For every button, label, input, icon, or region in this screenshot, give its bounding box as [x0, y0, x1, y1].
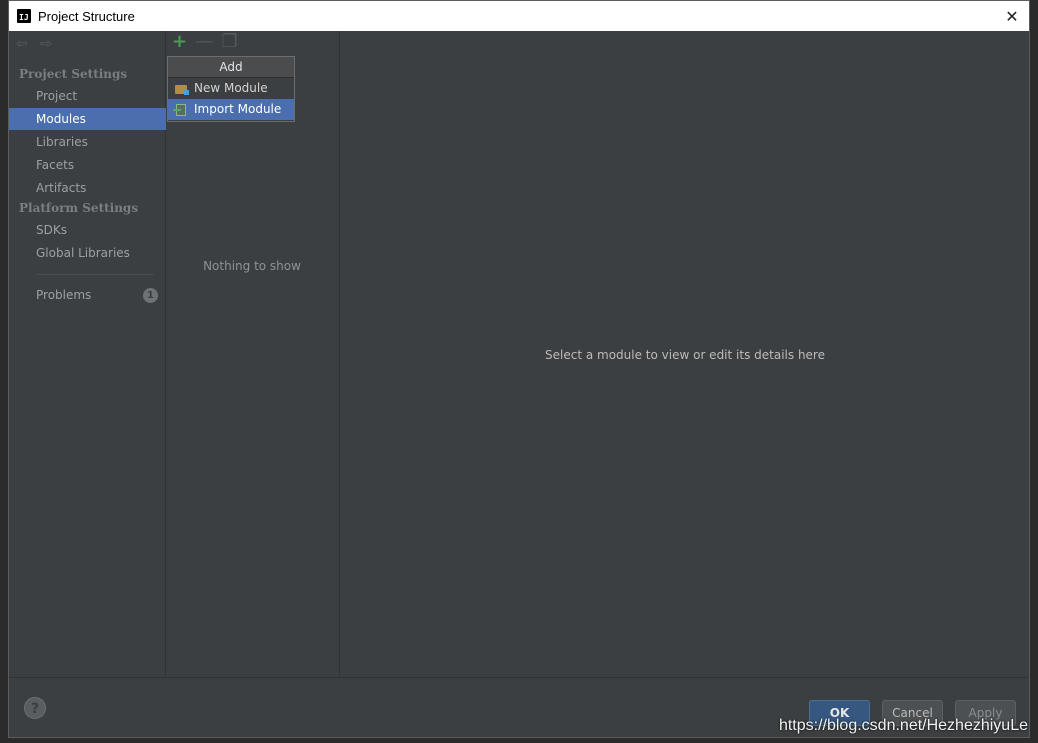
menu-item-import-module[interactable]: Import Module: [168, 99, 294, 120]
help-icon: ?: [30, 701, 40, 717]
module-details-area: Select a module to view or edit its deta…: [340, 31, 1029, 677]
sidebar-item-facets[interactable]: Facets: [9, 154, 166, 176]
settings-sidebar: ⇦ ⇨ Project Settings Project Modules Lib…: [9, 31, 166, 677]
sidebar-item-libraries[interactable]: Libraries: [9, 131, 166, 153]
title-bar: IJ Project Structure ✕: [9, 1, 1029, 31]
menu-item-label: Import Module: [194, 102, 282, 116]
empty-state-text: Nothing to show: [203, 259, 301, 273]
sidebar-item-artifacts[interactable]: Artifacts: [9, 177, 166, 199]
add-icon[interactable]: +: [172, 33, 187, 51]
sidebar-item-problems[interactable]: Problems 1: [9, 284, 166, 306]
sidebar-item-global-libraries[interactable]: Global Libraries: [9, 242, 166, 264]
new-module-icon: [175, 83, 189, 95]
forward-arrow-icon[interactable]: ⇨: [40, 37, 54, 51]
sidebar-item-sdks[interactable]: SDKs: [9, 219, 166, 241]
platform-settings-header: Platform Settings: [19, 201, 139, 215]
module-toolbar: + — ❐: [172, 33, 238, 51]
menu-item-new-module[interactable]: New Module: [168, 78, 294, 99]
project-structure-dialog: IJ Project Structure ✕ ⇦ ⇨ Project Setti…: [8, 0, 1030, 738]
project-settings-header: Project Settings: [19, 67, 128, 81]
background-ide-strip: [0, 0, 8, 743]
import-module-icon: [173, 103, 188, 116]
watermark-text: https://blog.csdn.net/HezhezhiyuLe: [778, 717, 1028, 734]
intellij-app-icon: IJ: [17, 9, 31, 23]
add-popup-menu: Add New Module Import Module: [167, 56, 295, 122]
copy-icon[interactable]: ❐: [221, 33, 237, 51]
remove-icon[interactable]: —: [196, 33, 214, 51]
sidebar-item-modules[interactable]: Modules: [9, 108, 166, 130]
sidebar-item-project[interactable]: Project: [9, 85, 166, 107]
popup-title: Add: [168, 57, 294, 78]
sidebar-divider: [36, 274, 154, 275]
sidebar-item-label: Problems: [36, 288, 92, 302]
problems-count-badge: 1: [143, 288, 158, 303]
close-button[interactable]: ✕: [1001, 5, 1023, 27]
module-list-panel: + — ❐ Nothing to show: [166, 31, 340, 677]
menu-item-label: New Module: [194, 81, 268, 95]
help-button[interactable]: ?: [24, 697, 46, 719]
details-placeholder-text: Select a module to view or edit its deta…: [545, 348, 825, 362]
nav-arrows: ⇦ ⇨: [16, 37, 54, 51]
back-arrow-icon[interactable]: ⇦: [16, 37, 30, 51]
close-icon: ✕: [1005, 6, 1019, 26]
window-title: Project Structure: [38, 8, 135, 24]
